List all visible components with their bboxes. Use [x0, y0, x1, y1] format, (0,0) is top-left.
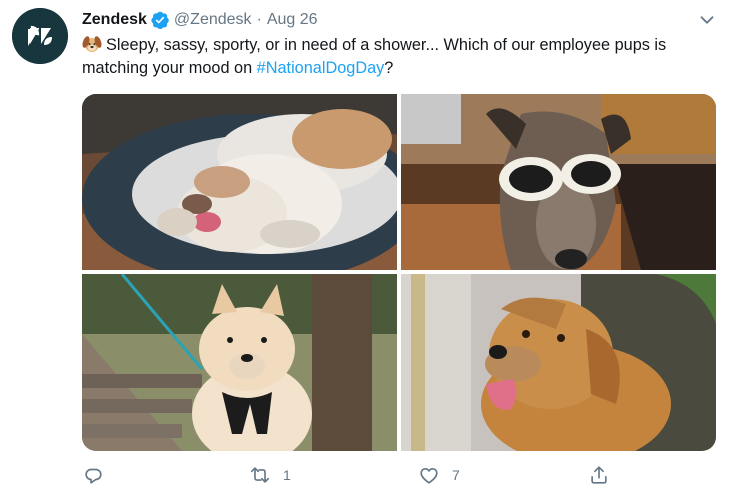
like-button[interactable]: 7: [418, 460, 460, 490]
retweet-icon: [250, 467, 270, 483]
photo-fluffy-puppy[interactable]: [82, 274, 397, 451]
dog-face-icon: [82, 36, 102, 52]
tweet-header: Zendesk @Zendesk · Aug 26: [82, 9, 718, 31]
hashtag-link[interactable]: #NationalDogDay: [257, 59, 385, 77]
photo-sleeping-bulldog[interactable]: [82, 94, 397, 270]
reply-icon: [85, 468, 102, 484]
tweet-text: Sleepy, sassy, sporty, or in need of a s…: [82, 34, 702, 80]
zendesk-logo: [12, 8, 68, 64]
photo-muddy-golden-retriever[interactable]: [401, 274, 716, 451]
media-grid: [82, 94, 716, 451]
retweet-count: 1: [283, 467, 291, 483]
share-button[interactable]: [588, 460, 610, 490]
chevron-down-icon[interactable]: [696, 9, 718, 31]
author-name[interactable]: Zendesk: [82, 11, 147, 29]
like-icon: [420, 467, 438, 484]
retweet-button[interactable]: 1: [249, 460, 291, 490]
avatar[interactable]: [12, 8, 68, 64]
verified-badge-icon: [151, 11, 169, 30]
tweet-actions: 1 7: [82, 460, 716, 490]
separator-dot: ·: [256, 11, 262, 28]
share-icon: [591, 466, 607, 484]
photo-dog-with-goggles[interactable]: [401, 94, 716, 270]
tweet-date[interactable]: Aug 26: [267, 11, 318, 29]
reply-button[interactable]: [82, 460, 104, 490]
author-handle[interactable]: @Zendesk: [174, 11, 252, 29]
like-count: 7: [452, 467, 460, 483]
tweet-text-end: ?: [384, 59, 394, 77]
